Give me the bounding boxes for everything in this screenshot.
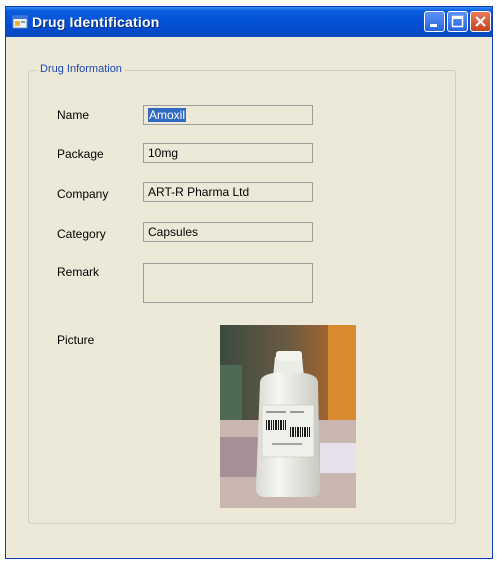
picture-label: Picture <box>57 333 95 347</box>
category-field[interactable]: Capsules <box>143 222 313 242</box>
package-label: Package <box>57 147 104 161</box>
company-field[interactable]: ART-R Pharma Ltd <box>143 182 313 202</box>
remark-field[interactable] <box>143 263 313 303</box>
close-button[interactable] <box>470 11 491 32</box>
drug-picture <box>220 325 356 508</box>
group-title: Drug Information <box>37 63 125 75</box>
maximize-button[interactable] <box>447 11 468 32</box>
remark-label: Remark <box>57 265 100 279</box>
app-icon <box>12 15 28 29</box>
company-label: Company <box>57 187 109 201</box>
title-bar[interactable]: Drug Identification <box>6 7 492 37</box>
name-value: Amoxil <box>148 108 187 122</box>
minimize-icon <box>430 24 437 27</box>
name-label: Name <box>57 108 90 122</box>
window-title: Drug Identification <box>32 14 160 30</box>
category-label: Category <box>57 227 106 241</box>
close-icon <box>475 16 486 27</box>
maximize-icon <box>451 15 464 28</box>
minimize-button[interactable] <box>424 11 445 32</box>
package-field[interactable]: 10mg <box>143 143 313 163</box>
name-field[interactable]: Amoxil <box>143 105 313 125</box>
